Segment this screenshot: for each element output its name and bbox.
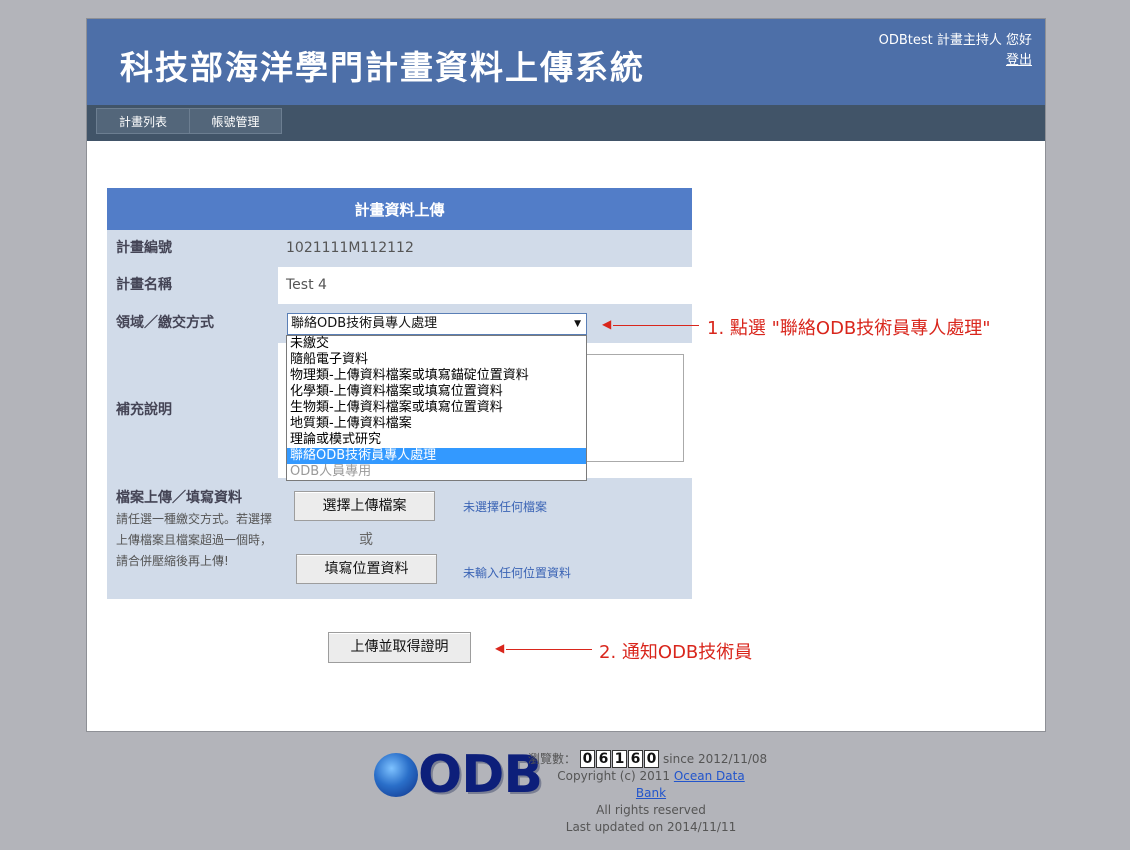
panel-title: 計畫資料上傳 [107,188,692,230]
fill-location-button[interactable]: 填寫位置資料 [296,554,437,584]
field-dropdown-list[interactable]: 未繳交 隨船電子資料 物理類-上傳資料檔案或填寫錨碇位置資料 化學類-上傳資料檔… [286,335,587,481]
logo-text: ODB [418,745,543,805]
annotation-arrow-icon: ◀ [602,317,612,331]
site-header: 科技部海洋學門計畫資料上傳系統 ODBtest 計畫主持人 您好 登出 [87,19,1045,106]
dropdown-option[interactable]: 物理類-上傳資料檔案或填寫錨碇位置資料 [287,368,586,384]
upload-label: 檔案上傳／填寫資料 [116,490,242,506]
counter-digit: 0 [644,750,660,768]
footer-info: 瀏覽數： 0 6 1 6 0 since 2012/11/08 Copyrigh… [528,750,767,836]
field-select-value: 聯絡ODB技術員專人處理 [291,316,438,331]
dropdown-option-disabled: ODB人員專用 [290,464,372,479]
site-title: 科技部海洋學門計畫資料上傳系統 [120,48,645,87]
main-frame: 科技部海洋學門計畫資料上傳系統 ODBtest 計畫主持人 您好 登出 計畫列表… [86,18,1046,732]
row-project-no: 計畫編號 1021111M112112 [107,230,692,267]
counter-digit: 6 [628,750,644,768]
annotation-arrow-line [613,325,699,326]
annotation-arrow-line [506,649,592,650]
updated-text: Last updated on 2014/11/11 [565,820,737,834]
odb-logo: ODB [372,745,543,805]
field-select[interactable]: 聯絡ODB技術員專人處理 ▼ [287,313,587,335]
row-project-name: 計畫名稱 Test 4 [107,267,692,304]
field-label: 領域／繳交方式 [107,304,278,343]
globe-icon [374,753,418,797]
nav-account-management[interactable]: 帳號管理 [189,108,282,134]
dropdown-option[interactable]: 理論或模式研究 [287,432,586,448]
upload-label-cell: 檔案上傳／填寫資料 請任選一種繳交方式。若選擇上傳檔案且檔案超過一個時，請合併壓… [107,478,278,599]
dropdown-option-selected[interactable]: 聯絡ODB技術員專人處理 [287,448,586,464]
chevron-down-icon: ▼ [574,319,581,329]
user-area: ODBtest 計畫主持人 您好 登出 [879,31,1032,71]
project-no-value: 1021111M112112 [278,230,692,267]
project-no-label: 計畫編號 [107,230,278,267]
counter-digit: 0 [580,750,596,768]
annotation-step2: 2. 通知ODB技術員 [599,642,753,663]
supplement-label: 補充說明 [107,343,278,478]
user-greeting: ODBtest 計畫主持人 您好 [878,33,1032,48]
annotation-arrow-icon: ◀ [495,641,505,655]
rights-text: All rights reserved [596,803,706,817]
logout-link[interactable]: 登出 [1006,53,1032,68]
upload-note: 請任選一種繳交方式。若選擇上傳檔案且檔案超過一個時，請合併壓縮後再上傳! [116,512,273,568]
view-counter: 0 6 1 6 0 [580,750,660,768]
annotation-step1: 1. 點選 "聯絡ODB技術員專人處理" [707,318,991,339]
dropdown-option[interactable]: 地質類-上傳資料檔案 [287,416,586,432]
counter-digit: 1 [612,750,628,768]
no-file-text: 未選擇任何檔案 [463,500,548,514]
since-text: since 2012/11/08 [663,751,768,766]
copyright-text: Copyright (c) 2011 [557,769,671,783]
dropdown-option[interactable]: 化學類-上傳資料檔案或填寫位置資料 [287,384,586,400]
submit-upload-button[interactable]: 上傳並取得證明 [328,632,471,663]
project-name-label: 計畫名稱 [107,267,278,304]
dropdown-option[interactable]: 未繳交 [287,336,586,352]
navbar: 計畫列表 帳號管理 [87,105,1045,141]
choose-file-button[interactable]: 選擇上傳檔案 [294,491,435,521]
no-location-text: 未輸入任何位置資料 [463,566,572,580]
project-name-value: Test 4 [278,267,692,304]
counter-digit: 6 [596,750,612,768]
or-text: 或 [359,532,373,548]
dropdown-option[interactable]: 生物類-上傳資料檔案或填寫位置資料 [287,400,586,416]
views-label: 瀏覽數： [528,751,577,766]
dropdown-option[interactable]: 隨船電子資料 [287,352,586,368]
nav-project-list[interactable]: 計畫列表 [96,108,190,134]
